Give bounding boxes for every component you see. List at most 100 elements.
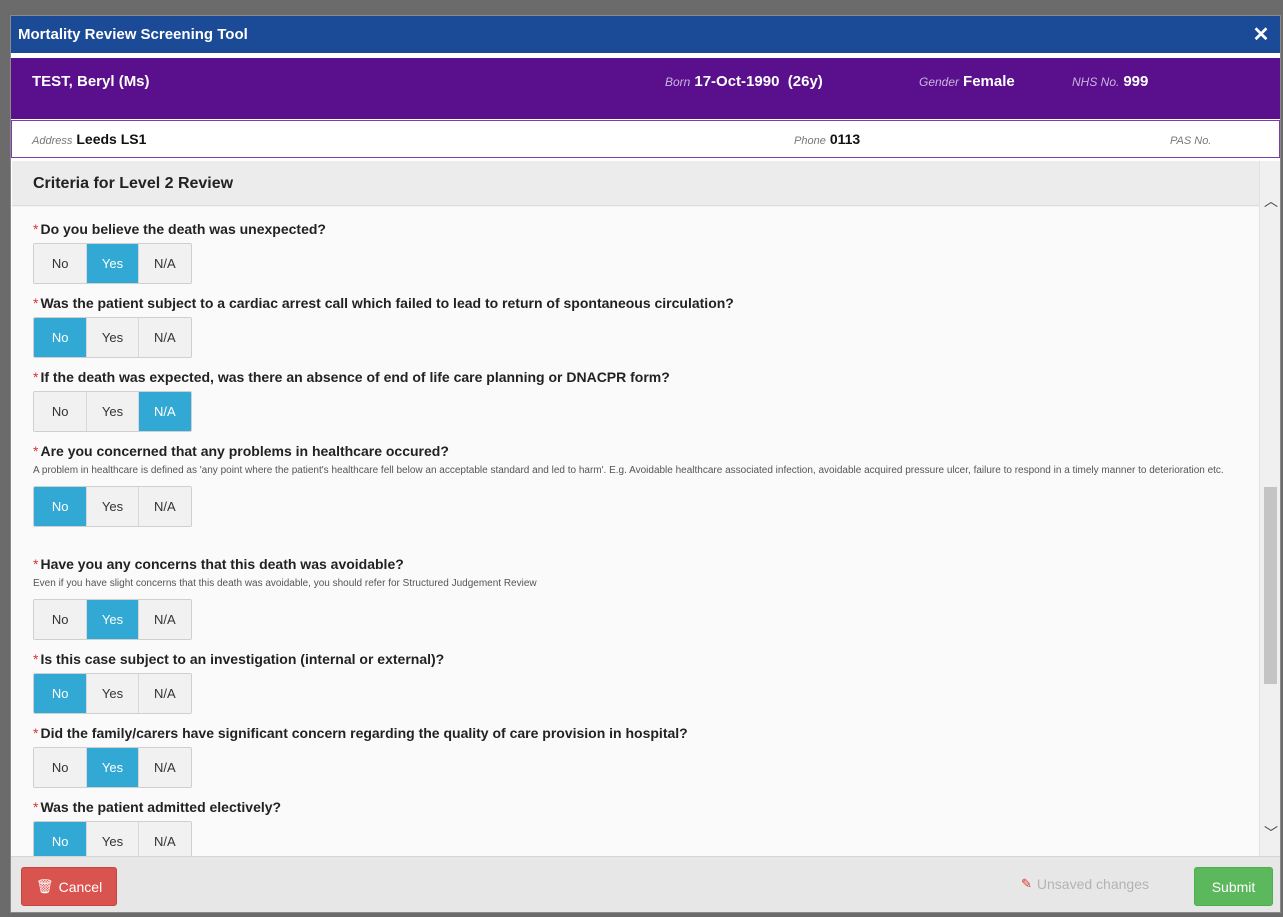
question-help-text: A problem in healthcare is defined as 'a…: [33, 465, 1224, 476]
scrollbar-thumb[interactable]: [1264, 487, 1277, 684]
required-asterisk: *: [33, 556, 39, 572]
question-label: Is this case subject to an investigation…: [40, 651, 445, 667]
question-label: If the death was expected, was there an …: [40, 369, 670, 385]
question-item: * Was the patient admitted electively? No Y…: [33, 799, 281, 857]
answer-yes-button[interactable]: Yes: [86, 822, 139, 857]
patient-pas: PAS No.: [1170, 131, 1215, 147]
answer-yes-button[interactable]: Yes: [86, 244, 139, 283]
patient-address: Address Leeds LS1: [32, 131, 146, 147]
answer-button-group: No Yes N/A: [33, 821, 192, 857]
required-asterisk: *: [33, 443, 39, 459]
cancel-label: Cancel: [58, 878, 103, 895]
gender-value: Female: [963, 73, 1015, 90]
scrollbar[interactable]: ︿ ﹀: [1260, 161, 1280, 857]
question-text: * Was the patient subject to a cardiac ar…: [33, 295, 734, 311]
answer-button-group: No Yes N/A: [33, 486, 192, 527]
patient-banner: TEST, Beryl (Ms) Born 17-Oct-1990 (26y) G…: [11, 58, 1280, 119]
required-asterisk: *: [33, 725, 39, 741]
question-help-text: Even if you have slight concerns that th…: [33, 578, 537, 589]
question-item: * Have you any concerns that this death w…: [33, 556, 1243, 640]
answer-button-group: No Yes N/A: [33, 317, 192, 358]
answer-na-button[interactable]: N/A: [138, 318, 191, 357]
question-item: * Did the family/carers have significant …: [33, 725, 688, 788]
close-icon[interactable]: ✕: [1250, 23, 1272, 46]
age-value: (26y): [787, 73, 823, 90]
required-asterisk: *: [33, 799, 39, 815]
answer-na-button[interactable]: N/A: [138, 392, 191, 431]
required-asterisk: *: [33, 369, 39, 385]
pas-label: PAS No.: [1170, 135, 1212, 147]
question-text: * Was the patient admitted electively?: [33, 799, 281, 815]
cancel-button[interactable]: 🗑 Cancel: [21, 867, 117, 906]
modal-title: Mortality Review Screening Tool: [18, 26, 248, 43]
answer-yes-button[interactable]: Yes: [86, 600, 139, 639]
trash-icon: 🗑: [35, 878, 54, 894]
answer-no-button[interactable]: No: [34, 748, 87, 787]
answer-button-group: No Yes N/A: [33, 673, 192, 714]
chevron-up-icon[interactable]: ︿: [1264, 191, 1278, 211]
answer-no-button[interactable]: No: [34, 392, 87, 431]
question-label: Was the patient subject to a cardiac arr…: [40, 295, 734, 311]
answer-na-button[interactable]: N/A: [138, 244, 191, 283]
pencil-icon: ✎: [1021, 876, 1032, 891]
patient-name: TEST, Beryl (Ms): [32, 73, 150, 90]
answer-yes-button[interactable]: Yes: [86, 487, 139, 526]
answer-na-button[interactable]: N/A: [138, 674, 191, 713]
gender-label: Gender: [919, 75, 960, 89]
patient-nhs: NHS No. 999: [1072, 73, 1148, 90]
question-item: * Is this case subject to an investigatio…: [33, 651, 444, 714]
answer-no-button[interactable]: No: [34, 318, 87, 357]
answer-button-group: No Yes N/A: [33, 243, 192, 284]
unsaved-label: Unsaved changes: [1036, 876, 1149, 892]
answer-no-button[interactable]: No: [34, 822, 87, 857]
question-text: * Did the family/carers have significant …: [33, 725, 688, 741]
question-label: Are you concerned that any problems in h…: [40, 443, 449, 459]
section-title: Criteria for Level 2 Review: [33, 175, 234, 192]
question-text: * Have you any concerns that this death w…: [33, 556, 1243, 572]
answer-no-button[interactable]: No: [34, 674, 87, 713]
answer-button-group: No Yes N/A: [33, 747, 192, 788]
answer-na-button[interactable]: N/A: [138, 600, 191, 639]
phone-value: 0113: [829, 131, 861, 147]
answer-yes-button[interactable]: Yes: [86, 674, 139, 713]
answer-no-button[interactable]: No: [34, 600, 87, 639]
required-asterisk: *: [33, 221, 39, 237]
question-item: * Was the patient subject to a cardiac ar…: [33, 295, 734, 358]
question-label: Did the family/carers have significant c…: [40, 725, 688, 741]
question-label: Was the patient admitted electively?: [40, 799, 282, 815]
nhs-value: 999: [1123, 73, 1149, 90]
submit-button[interactable]: Submit: [1194, 867, 1273, 906]
patient-address-bar: Address Leeds LS1 Phone 0113 PAS No.: [11, 120, 1280, 158]
question-label: Have you any concerns that this death wa…: [40, 556, 404, 572]
answer-yes-button[interactable]: Yes: [86, 748, 139, 787]
question-text: * Are you concerned that any problems in …: [33, 443, 1243, 459]
address-label: Address: [32, 135, 73, 147]
nhs-label: NHS No.: [1072, 75, 1120, 89]
required-asterisk: *: [33, 295, 39, 311]
answer-yes-button[interactable]: Yes: [86, 392, 139, 431]
submit-label: Submit: [1211, 878, 1256, 895]
chevron-down-icon[interactable]: ﹀: [1264, 823, 1278, 843]
answer-button-group: No Yes N/A: [33, 391, 192, 432]
phone-label: Phone: [794, 135, 826, 147]
question-item: * Are you concerned that any problems in …: [33, 443, 1243, 527]
answer-na-button[interactable]: N/A: [138, 487, 191, 526]
answer-na-button[interactable]: N/A: [138, 748, 191, 787]
modal-titlebar: Mortality Review Screening Tool ✕: [11, 16, 1280, 53]
answer-yes-button[interactable]: Yes: [86, 318, 139, 357]
section-header: Criteria for Level 2 Review: [12, 161, 1259, 206]
question-text: * Is this case subject to an investigatio…: [33, 651, 444, 667]
answer-button-group: No Yes N/A: [33, 599, 192, 640]
question-text: * If the death was expected, was there an…: [33, 369, 670, 385]
answer-no-button[interactable]: No: [34, 487, 87, 526]
modal-dialog: Mortality Review Screening Tool ✕ TEST, …: [10, 15, 1281, 913]
answer-no-button[interactable]: No: [34, 244, 87, 283]
answer-na-button[interactable]: N/A: [138, 822, 191, 857]
unsaved-changes-indicator: ✎ Unsaved changes: [1021, 876, 1149, 892]
question-item: * Do you believe the death was unexpected…: [33, 221, 326, 284]
born-value: 17-Oct-1990: [694, 73, 780, 90]
born-label: Born: [665, 75, 691, 89]
questions-body[interactable]: * Do you believe the death was unexpected…: [12, 207, 1259, 857]
modal-footer: 🗑 Cancel ✎ Unsaved changes Submit: [11, 856, 1280, 912]
patient-phone: Phone 0113: [794, 131, 860, 147]
